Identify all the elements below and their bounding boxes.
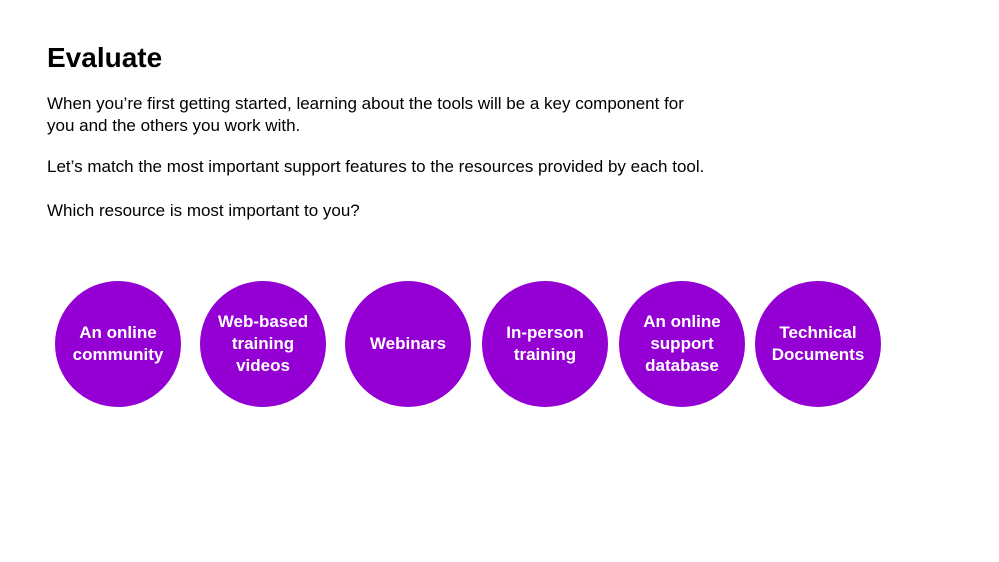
option-in-person-training-button[interactable]: In-person training [482, 281, 608, 407]
option-label: An online community [72, 323, 164, 364]
option-online-support-database-button[interactable]: An online support database [619, 281, 745, 407]
intro-paragraph: When you’re first getting started, learn… [47, 94, 684, 135]
option-webinars-button[interactable]: Webinars [345, 281, 471, 407]
option-online-community-button[interactable]: An online community [55, 281, 181, 407]
resource-options: An online community Web-based training v… [55, 281, 885, 407]
page-title: Evaluate [47, 42, 163, 73]
option-technical-documents-button[interactable]: Technical Documents [755, 281, 881, 407]
option-label: In-person training [506, 323, 584, 364]
instruction-paragraph: Let’s match the most important support f… [47, 157, 705, 176]
option-label: Webinars [369, 334, 447, 353]
option-label: Web-based training videos [217, 312, 309, 375]
option-label: Technical Documents [771, 323, 865, 364]
question-paragraph: Which resource is most important to you? [47, 201, 360, 220]
option-web-training-videos-button[interactable]: Web-based training videos [200, 281, 326, 407]
slide: Evaluate When you’re first getting start… [0, 0, 999, 562]
option-label: An online support database [643, 312, 721, 375]
